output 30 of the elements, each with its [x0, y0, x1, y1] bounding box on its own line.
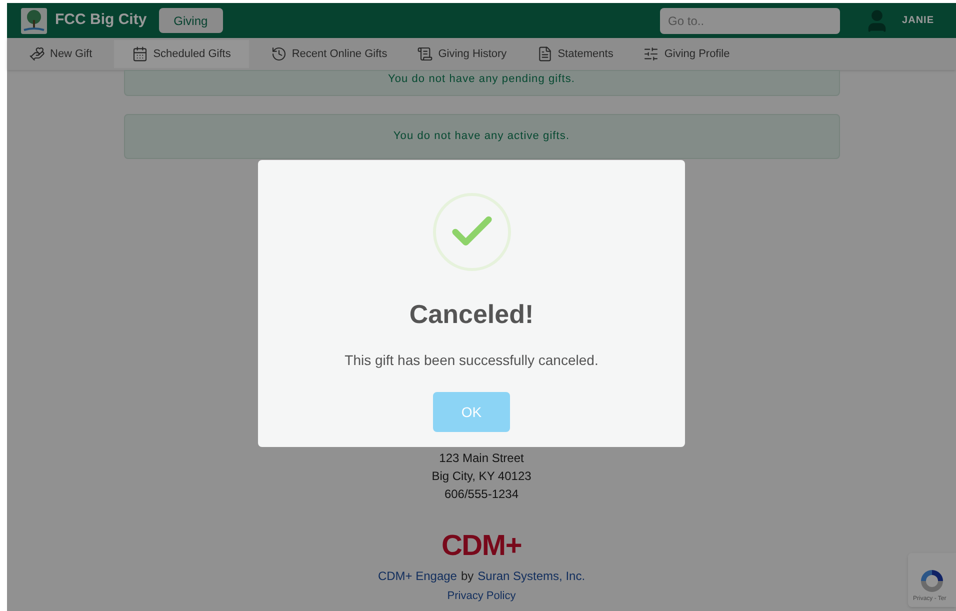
cdm-logo: CDM+	[441, 531, 522, 561]
nav-tab[interactable]: Giving History	[409, 40, 515, 68]
user-name[interactable]: JANIE	[902, 13, 934, 28]
notice-banner: You do not have any pending gifts.	[124, 70, 840, 96]
receipt-icon	[417, 46, 434, 62]
notice-banner: You do not have any active gifts.	[124, 114, 840, 159]
by-text: by	[460, 568, 474, 585]
nav-tab[interactable]: Recent Online Gifts	[262, 40, 396, 68]
success-check-icon	[432, 193, 510, 271]
address-line: 606/555-1234	[444, 486, 519, 503]
dialog-title: Canceled!	[409, 298, 534, 331]
nav-tab[interactable]: Giving Profile	[635, 40, 738, 68]
address-line: 123 Main Street	[439, 450, 524, 467]
privacy-policy-link[interactable]: Privacy Policy	[447, 588, 516, 604]
dialog-message: This gift has been successfully canceled.	[344, 351, 598, 370]
company-link[interactable]: Suran Systems, Inc.	[478, 567, 586, 585]
address-line: Big City, KY 40123	[432, 468, 532, 485]
document-icon	[536, 46, 553, 62]
product-link[interactable]: CDM+ Engage	[378, 567, 457, 585]
nav-tab[interactable]: Scheduled Gifts	[114, 40, 249, 68]
giving-button[interactable]: Giving	[158, 8, 223, 33]
nav-tab[interactable]: Statements	[528, 40, 622, 68]
sliders-icon	[643, 46, 660, 62]
search-field[interactable]: Go to..	[660, 8, 840, 34]
organization-name: FCC Big City	[55, 10, 147, 30]
history-icon	[270, 46, 287, 62]
nav-tab[interactable]: New Gift	[21, 40, 100, 68]
calendar-icon	[132, 46, 148, 62]
tree-logo-icon	[21, 8, 47, 34]
gift-hand-icon	[29, 46, 45, 62]
